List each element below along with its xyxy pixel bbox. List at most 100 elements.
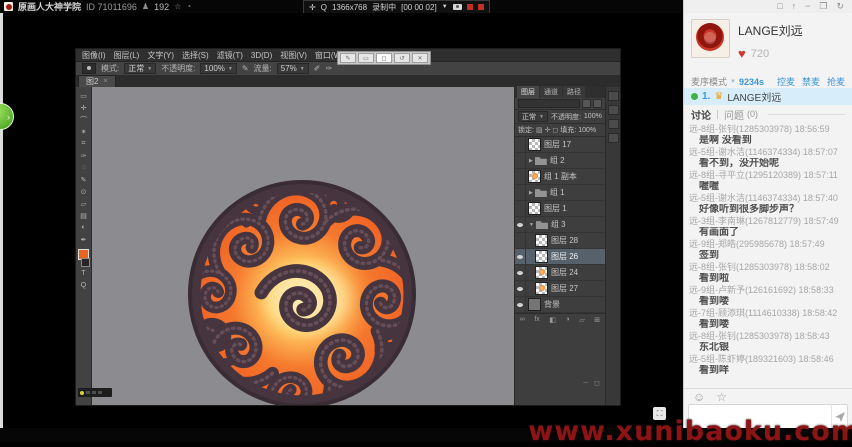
eye-empty[interactable] xyxy=(515,137,526,152)
lock-all-icon[interactable]: ◻ xyxy=(552,126,558,134)
filter-pixel-icon[interactable] xyxy=(582,99,591,108)
ps-menu-2[interactable]: 图层(L) xyxy=(114,50,140,61)
layer-row[interactable]: 图层 1 xyxy=(515,201,605,217)
close-icon[interactable]: × xyxy=(103,78,107,85)
pen-tool[interactable]: ✒ xyxy=(77,234,90,245)
popout-button[interactable]: ↑ xyxy=(792,2,797,11)
layers-opacity-value[interactable]: 100% xyxy=(584,113,602,120)
favorite-star-icon[interactable]: ☆ xyxy=(174,2,181,11)
wand-tool[interactable]: ✶ xyxy=(77,126,90,137)
crop-tool[interactable]: ⌗ xyxy=(77,138,90,149)
chevron-down-icon[interactable]: ▼ xyxy=(730,79,736,85)
flow-select[interactable]: 57%▼ xyxy=(277,63,309,74)
group-caret-icon[interactable]: ▼ xyxy=(529,222,534,228)
restore-button[interactable]: ❐ xyxy=(819,2,827,11)
layer-row[interactable]: 组 1 副本 xyxy=(515,169,605,185)
annotation-board-button[interactable]: ◻ xyxy=(376,53,392,63)
document-tab[interactable]: 图2× xyxy=(78,75,116,87)
chat-message-list[interactable]: 远-8组-张钊(1285303978) 18:56:59是啊 没看到远-5组-谢… xyxy=(684,123,852,382)
layer-row[interactable]: ▶组 2 xyxy=(515,153,605,169)
move-tool[interactable]: ✛ xyxy=(77,102,90,113)
blend-mode-select[interactable]: 正常▼ xyxy=(124,63,156,74)
ps-menu-5[interactable]: 滤镜(T) xyxy=(217,50,243,61)
ps-menu-3[interactable]: 文字(Y) xyxy=(147,50,174,61)
link-layers-icon[interactable]: ∞ xyxy=(520,316,525,323)
mic-action-3[interactable]: 抢麦 xyxy=(827,75,845,88)
layer-row[interactable]: ▶组 1 xyxy=(515,185,605,201)
minimize-button[interactable]: − xyxy=(805,2,810,11)
panel-tab-2[interactable]: 通道 xyxy=(540,86,562,98)
filter-type-icon[interactable] xyxy=(593,99,602,108)
collapsed-panel-icon[interactable] xyxy=(608,91,619,101)
marquee-tool[interactable]: ▭ xyxy=(77,90,90,101)
favorite-emote-icon[interactable]: ☆ xyxy=(716,390,727,404)
layer-row[interactable]: 图层 17 xyxy=(515,137,605,153)
airbrush-icon[interactable]: ✐ xyxy=(314,64,321,73)
eye-empty[interactable] xyxy=(515,169,526,184)
mic-queue-item[interactable]: 1. ♛ LANGE刘远 xyxy=(684,88,852,105)
heal-tool[interactable]: ◌ xyxy=(77,162,90,173)
layer-row[interactable]: ▼组 3 xyxy=(515,217,605,233)
eye-icon[interactable] xyxy=(515,297,526,312)
layers-blend-mode-select[interactable]: 正常▼ xyxy=(518,111,548,122)
eye-icon[interactable] xyxy=(515,217,526,232)
clone-tool[interactable]: ⊙ xyxy=(77,186,90,197)
ps-menu-4[interactable]: 选择(S) xyxy=(182,50,209,61)
layer-filter-select[interactable] xyxy=(518,99,580,108)
ps-menu-1[interactable]: 图像(I) xyxy=(82,50,106,61)
pause-record-button[interactable] xyxy=(467,4,473,10)
brush-preset-icon[interactable] xyxy=(82,63,96,74)
zoom-tool[interactable]: Q xyxy=(77,280,90,291)
streamer-avatar[interactable] xyxy=(691,19,730,58)
eye-icon[interactable] xyxy=(515,249,526,264)
new-group-icon[interactable]: ▱ xyxy=(579,316,584,324)
eye-empty[interactable] xyxy=(515,201,526,216)
collapsed-panel-icon[interactable] xyxy=(608,133,619,143)
eye-icon[interactable] xyxy=(515,281,526,296)
fill-value[interactable]: 100% xyxy=(578,127,596,134)
group-caret-icon[interactable]: ▶ xyxy=(529,190,533,196)
brush-tool[interactable]: ✎ xyxy=(77,174,90,185)
emoticon-icon[interactable]: ☺ xyxy=(693,390,705,404)
layer-row[interactable]: 图层 27 xyxy=(515,281,605,297)
layer-row[interactable]: 图层 28 xyxy=(515,233,605,249)
annotation-shape-button[interactable]: ▭ xyxy=(358,53,374,63)
drag-icon[interactable]: ✛ xyxy=(309,3,316,12)
stop-record-button[interactable] xyxy=(478,4,484,10)
mic-action-2[interactable]: 禁麦 xyxy=(802,75,820,88)
skin-button[interactable]: □ xyxy=(777,2,782,11)
mic-mode-label[interactable]: 麦序模式 xyxy=(691,75,727,88)
ps-menu-6[interactable]: 3D(D) xyxy=(251,51,272,60)
eye-icon[interactable] xyxy=(515,265,526,280)
group-caret-icon[interactable]: ▶ xyxy=(529,158,533,164)
collapsed-panel-icon[interactable] xyxy=(608,119,619,129)
lock-position-icon[interactable]: ✛ xyxy=(545,126,551,134)
collapsed-panel-icon[interactable] xyxy=(608,105,619,115)
eye-empty[interactable] xyxy=(515,153,526,168)
opacity-select[interactable]: 100%▼ xyxy=(200,63,236,74)
layer-row[interactable]: 图层 24 xyxy=(515,265,605,281)
dropdown-caret-icon[interactable]: ▼ xyxy=(442,4,448,10)
panel-tab-1[interactable]: 图层 xyxy=(517,86,539,98)
lasso-tool[interactable]: ⌒ xyxy=(77,114,90,125)
tab-question[interactable]: 问题 xyxy=(724,107,744,122)
side-panel-handle[interactable]: › xyxy=(0,103,14,130)
close-button[interactable]: ↻ xyxy=(836,2,844,11)
camera-icon[interactable] xyxy=(453,4,462,10)
zoom-icon[interactable]: Q xyxy=(321,3,327,12)
background-color-swatch[interactable] xyxy=(81,258,90,267)
lock-transparent-icon[interactable]: ▨ xyxy=(536,126,543,134)
annotation-clear-button[interactable]: ✕ xyxy=(412,53,428,63)
eye-empty[interactable] xyxy=(515,185,526,200)
dodge-tool[interactable]: ◐ xyxy=(77,222,90,233)
adjustment-icon[interactable]: ◑ xyxy=(566,316,570,323)
annotation-pen-button[interactable]: ✎ xyxy=(340,53,356,63)
eraser-tool[interactable]: ▱ xyxy=(77,198,90,209)
text-tool[interactable]: T xyxy=(77,268,90,279)
layer-row[interactable]: 背景 xyxy=(515,297,605,313)
annotation-undo-button[interactable]: ↺ xyxy=(394,53,410,63)
layer-mask-icon[interactable]: ◧ xyxy=(549,316,556,324)
pressure-opacity-icon[interactable]: ✎ xyxy=(242,64,249,73)
panel-resize-handle[interactable]: ─ ◻ xyxy=(583,379,602,387)
panel-tab-3[interactable]: 路径 xyxy=(563,86,585,98)
